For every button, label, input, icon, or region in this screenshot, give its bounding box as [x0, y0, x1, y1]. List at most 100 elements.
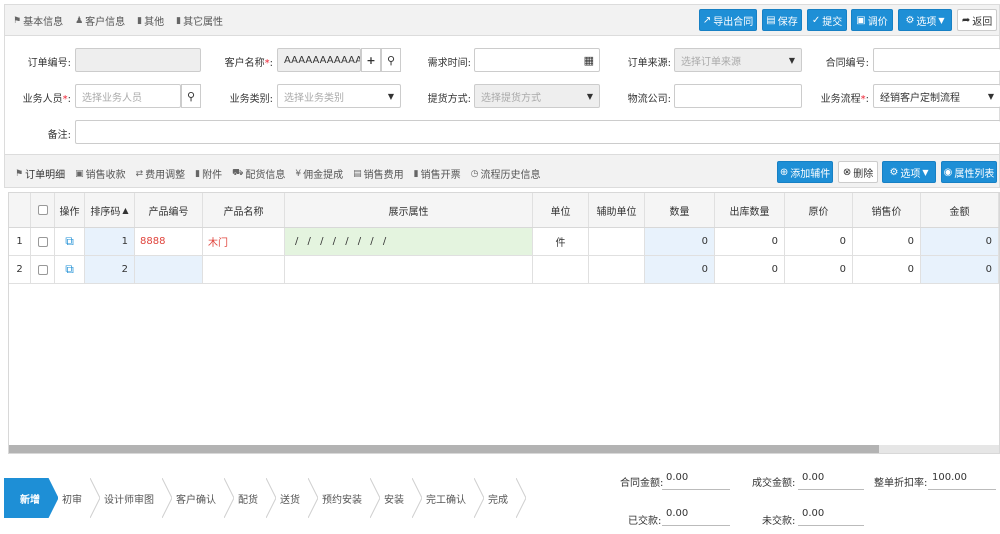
step-label: 初审	[62, 494, 82, 506]
step-label: 设计师审图	[104, 494, 154, 506]
tab-label: 附件	[202, 170, 223, 181]
options-dropdown-button[interactable]: ⚙ 选项 ▼	[898, 9, 952, 31]
product-no-cell[interactable]	[135, 256, 203, 283]
header-cell: 原价	[785, 193, 853, 227]
add-customer-button[interactable]: +	[361, 48, 381, 72]
logistics-field[interactable]	[674, 84, 802, 108]
unit-cell[interactable]	[533, 256, 589, 283]
history-icon: ◷	[470, 168, 479, 179]
tab-label: 销售费用	[363, 170, 404, 181]
unit-cell[interactable]: 件	[533, 228, 589, 255]
amount-cell[interactable]: 0	[921, 228, 999, 255]
sort-cell[interactable]: 2	[85, 256, 135, 283]
copy-row-icon[interactable]: ⧉	[55, 228, 85, 255]
display-attrs-cell[interactable]: / / / / / / / /	[285, 228, 533, 255]
header-cell-sort[interactable]: 排序码 ▲	[85, 193, 135, 227]
card-icon: ▤	[353, 168, 362, 179]
header-select-all[interactable]	[31, 193, 55, 227]
order-source-select[interactable]: 选择订单来源 ▼	[674, 48, 802, 72]
display-attrs-cell[interactable]	[285, 256, 533, 283]
step-arrow-icon	[266, 478, 276, 518]
submit-button[interactable]: ✓ 提交	[807, 9, 847, 31]
salesperson-field[interactable]: 选择业务人员	[75, 84, 181, 108]
tab-commission[interactable]: ¥ 佣金提成	[295, 166, 344, 182]
sale-price-cell[interactable]: 0	[853, 256, 921, 283]
exchange-icon: ⇄	[135, 168, 144, 179]
tab-attachment[interactable]: ▮ 附件	[195, 166, 223, 182]
out-qty-cell: 0	[715, 228, 785, 255]
table-row[interactable]: 2 ⧉ 2 0 0 0 0 0	[9, 256, 999, 284]
label-colon: :	[865, 94, 869, 105]
row-checkbox-cell[interactable]	[31, 256, 55, 283]
tab-label: 佣金提成	[303, 170, 344, 181]
attribute-list-button[interactable]: ◉ 属性列表	[941, 161, 997, 183]
amount-cell[interactable]: 0	[921, 256, 999, 283]
tag-icon: ⚑	[15, 168, 24, 179]
sale-price-cell[interactable]: 0	[853, 228, 921, 255]
horizontal-scrollbar[interactable]	[9, 445, 999, 453]
tab-basic-info[interactable]: ⚑ 基本信息	[13, 13, 63, 29]
checkbox[interactable]	[37, 236, 48, 247]
pickup-method-select[interactable]: 选择提货方式 ▼	[474, 84, 600, 108]
checkbox[interactable]	[37, 264, 48, 275]
button-label: 导出合同	[713, 16, 754, 28]
business-type-select[interactable]: 选择业务类别 ▼	[277, 84, 401, 108]
tab-order-detail[interactable]: ⚑ 订单明细	[15, 166, 65, 182]
save-button[interactable]: ▤ 保存	[762, 9, 802, 31]
sort-cell[interactable]: 1	[85, 228, 135, 255]
tab-other-attributes[interactable]: ▮ 其它属性	[176, 13, 223, 29]
product-name-cell[interactable]	[203, 256, 285, 283]
order-no-field[interactable]	[75, 48, 201, 72]
detail-options-button[interactable]: ⚙ 选项 ▼	[882, 161, 936, 183]
step-label: 客户确认	[176, 494, 216, 506]
tab-cost-adjust[interactable]: ⇄ 费用调整	[135, 166, 186, 182]
contract-no-field[interactable]	[873, 48, 1000, 72]
workflow-select[interactable]: 经销客户定制流程 ▼	[873, 84, 1000, 108]
export-contract-button[interactable]: ↗ 导出合同	[699, 9, 757, 31]
field-value: 经销客户定制流程	[880, 92, 960, 104]
remark-field[interactable]	[75, 120, 1000, 144]
tab-other[interactable]: ▮ 其他	[137, 13, 164, 29]
aux-unit-cell[interactable]	[589, 256, 645, 283]
header-cell: 辅助单位	[589, 193, 645, 227]
header-cell: 产品名称	[203, 193, 285, 227]
scrollbar-thumb[interactable]	[9, 445, 879, 453]
tab-customer-info[interactable]: ♟ 客户信息	[75, 13, 125, 29]
step-label: 预约安装	[322, 494, 362, 506]
discount-rate-value[interactable]: 100.00	[928, 472, 996, 490]
paid-label: 已交款:	[628, 516, 662, 527]
adjust-price-button[interactable]: ▣ 调价	[851, 9, 893, 31]
step-arrow-icon	[412, 478, 422, 518]
row-checkbox-cell[interactable]	[31, 228, 55, 255]
product-no-cell[interactable]: 8888	[135, 228, 203, 255]
aux-unit-cell[interactable]	[589, 228, 645, 255]
workflow-step[interactable]: 设计师审图	[90, 478, 172, 518]
qty-cell[interactable]: 0	[645, 256, 715, 283]
header-cell: 展示属性	[285, 193, 533, 227]
back-button[interactable]: ➦ 返回	[957, 9, 997, 31]
demand-time-field[interactable]: ▦	[474, 48, 600, 72]
truck-icon: ⛟	[232, 168, 244, 178]
copy-row-icon[interactable]: ⧉	[55, 256, 85, 283]
search-icon: ⚲	[186, 89, 196, 103]
search-salesperson-button[interactable]: ⚲	[181, 84, 201, 108]
workflow-step[interactable]: 新增	[4, 478, 58, 518]
tab-distribution-info[interactable]: ⛟ 配货信息	[232, 166, 285, 181]
gear-icon: ⚙	[905, 14, 915, 26]
search-customer-button[interactable]: ⚲	[381, 48, 401, 72]
tab-sales-invoice[interactable]: ▮ 销售开票	[414, 166, 461, 182]
price-icon: ▣	[856, 14, 866, 26]
add-accessory-button[interactable]: ⊕ 添加辅件	[777, 161, 833, 183]
header-cell: 单位	[533, 193, 589, 227]
product-name-cell[interactable]: 木门	[203, 228, 285, 255]
delete-row-button[interactable]: ⊗ 删除	[838, 161, 878, 183]
tab-sales-receipt[interactable]: ▣ 销售收款	[75, 166, 126, 182]
chevron-down-icon: ▼	[987, 91, 994, 101]
qty-cell[interactable]: 0	[645, 228, 715, 255]
sort-icon: ▲	[122, 205, 129, 215]
tab-flow-history[interactable]: ◷ 流程历史信息	[470, 166, 541, 182]
tab-sales-expense[interactable]: ▤ 销售费用	[353, 166, 404, 182]
table-row[interactable]: 1 ⧉ 1 8888 木门 / / / / / / / / 件 0 0 0 0 …	[9, 228, 999, 256]
customer-name-field[interactable]: AAAAAAAAAAAA	[277, 48, 361, 72]
checkbox[interactable]	[37, 205, 48, 215]
